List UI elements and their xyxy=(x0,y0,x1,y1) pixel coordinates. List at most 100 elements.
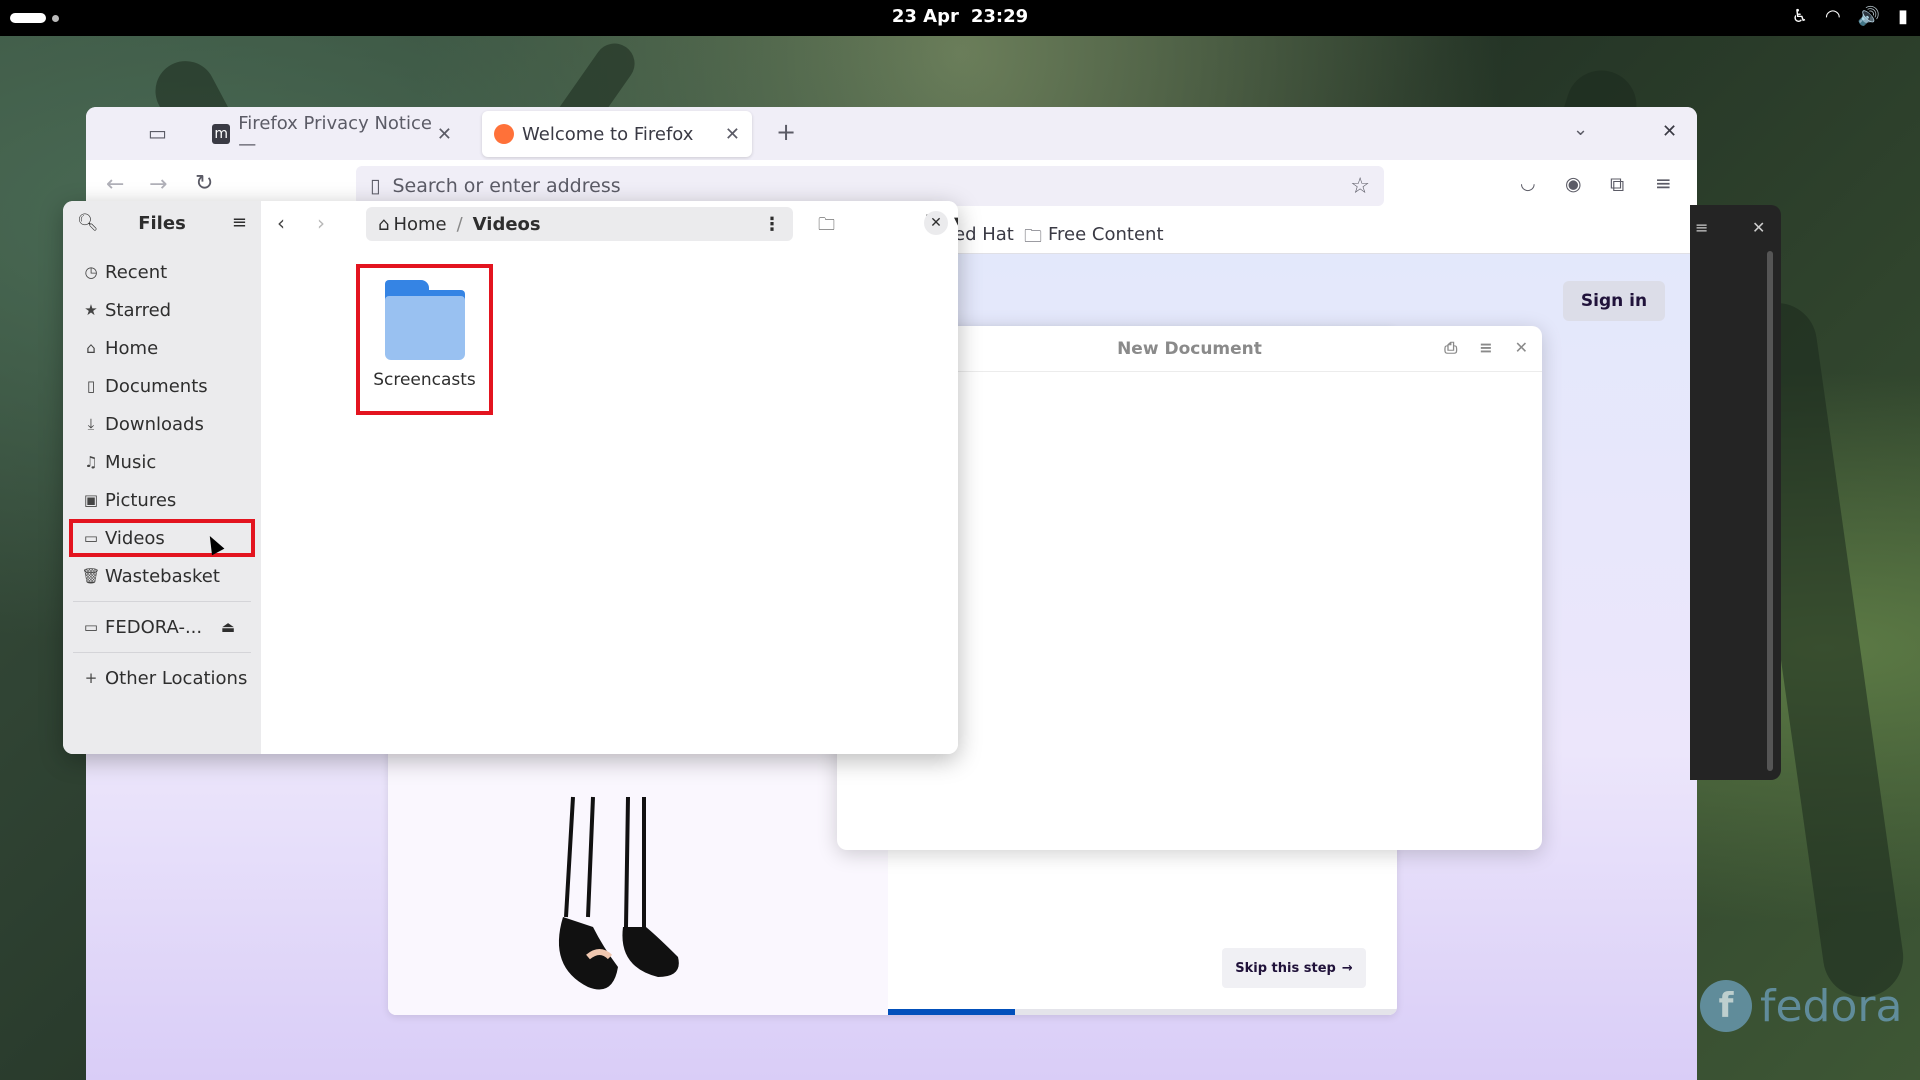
bookmark-folder[interactable]: 🗀 Free Content xyxy=(1024,224,1164,254)
bookmark-star-icon[interactable]: ☆ xyxy=(1350,174,1370,199)
arrow-right-icon: → xyxy=(1341,960,1353,976)
clock[interactable]: 23 Apr 23:29 xyxy=(892,6,1028,27)
system-tray[interactable]: ♿ ◠ 🔊 ▮ xyxy=(1792,6,1908,27)
terminal-menu-icon[interactable]: ≡ xyxy=(1695,218,1708,237)
new-folder-icon[interactable]: 🗀 xyxy=(818,212,835,241)
sidebar-item-downloads[interactable]: ⤓ Downloads xyxy=(69,405,255,443)
path-current[interactable]: Videos xyxy=(473,214,541,235)
sidebar-item-recent[interactable]: ◷ Recent xyxy=(69,253,255,291)
fedora-logo: f fedora xyxy=(1700,980,1902,1032)
sidebar-item-home[interactable]: ⌂ Home xyxy=(69,329,255,367)
terminal-scrollbar[interactable] xyxy=(1767,251,1773,771)
back-icon[interactable]: ← xyxy=(106,172,124,197)
fedora-mark-icon: f xyxy=(1700,980,1752,1032)
sidebar-item-label: Wastebasket xyxy=(105,565,220,587)
document-title: New Document xyxy=(1117,338,1262,359)
bookmark-folder-label: Free Content xyxy=(1048,224,1164,245)
pocket-icon[interactable]: ◡ xyxy=(1520,173,1536,194)
page-icon: ▯ xyxy=(370,175,381,197)
editor-close-icon[interactable]: ✕ xyxy=(1515,338,1528,358)
sidebar-item-label: Pictures xyxy=(105,489,177,511)
eject-icon[interactable]: ⏏ xyxy=(221,618,235,636)
new-tab-icon[interactable]: + xyxy=(776,118,796,146)
clock-icon: ◷ xyxy=(84,263,98,281)
terminal-window: ≡ ✕ xyxy=(1690,205,1781,780)
files-content: ‹ › ⌂ Home / Videos ⋮ 🗀 ☷ ▼ ✕ Scree xyxy=(261,201,958,754)
sidebar-item-pictures[interactable]: ▣ Pictures xyxy=(69,481,255,519)
tab-overview-icon[interactable]: ▭ xyxy=(148,121,167,145)
clock-date: 23 Apr xyxy=(891,6,959,27)
home-icon: ⌂ xyxy=(86,339,96,357)
folder-item-screencasts[interactable]: Screencasts xyxy=(356,264,493,415)
sidebar-item-music[interactable]: ♫ Music xyxy=(69,443,255,481)
tab-privacy-notice[interactable]: m Firefox Privacy Notice — ✕ xyxy=(200,111,464,157)
onboarding-progress xyxy=(888,1009,1397,1015)
back-icon[interactable]: ‹ xyxy=(277,211,285,235)
sidebar-item-wastebasket[interactable]: 🗑︎ Wastebasket xyxy=(69,557,255,595)
trash-icon: 🗑︎ xyxy=(81,567,101,585)
sidebar-item-videos[interactable]: ▭ Videos xyxy=(69,519,255,557)
mozilla-favicon-icon: m xyxy=(212,124,231,144)
url-placeholder: Search or enter address xyxy=(392,175,621,197)
sidebar-item-label: Downloads xyxy=(105,413,204,435)
star-icon: ★ xyxy=(84,301,98,319)
path-home[interactable]: ⌂ Home xyxy=(378,214,447,235)
more-options-icon[interactable]: ⋮ xyxy=(763,214,781,235)
drive-icon: ▭ xyxy=(83,618,99,636)
url-bar[interactable]: ▯ Search or enter address ☆ xyxy=(356,166,1384,206)
sidebar-item-label: Music xyxy=(105,451,157,473)
tab-welcome[interactable]: Welcome to Firefox ✕ xyxy=(482,111,752,157)
sign-in-button[interactable]: Sign in xyxy=(1563,281,1665,321)
firefox-tab-strip: ▭ m Firefox Privacy Notice — ✕ Welcome t… xyxy=(86,107,1697,160)
forward-icon[interactable]: → xyxy=(149,172,167,197)
sidebar-item-label: Other Locations xyxy=(105,667,248,689)
bookmark-item[interactable]: ed Hat xyxy=(954,224,1014,245)
document-icon: ▯ xyxy=(86,377,96,395)
sidebar-divider xyxy=(73,601,251,602)
tab-label: Welcome to Firefox xyxy=(522,123,694,145)
close-window-icon[interactable]: ✕ xyxy=(1662,121,1677,142)
skip-step-button[interactable]: Skip this step → xyxy=(1222,948,1366,988)
account-icon[interactable]: ◉ xyxy=(1565,173,1582,195)
extensions-icon[interactable]: ⧉ xyxy=(1610,172,1624,196)
close-tab-icon[interactable]: ✕ xyxy=(725,124,740,145)
app-menu-icon[interactable]: ≡ xyxy=(1655,171,1672,195)
sidebar-item-fedora-drive[interactable]: ▭ FEDORA-... ⏏ xyxy=(69,608,255,646)
list-all-tabs-icon[interactable]: ⌄ xyxy=(1573,119,1588,140)
save-document-icon[interactable]: ⎙ xyxy=(1444,338,1457,358)
reload-icon[interactable]: ↻ xyxy=(195,171,213,196)
fedora-wordmark: fedora xyxy=(1760,980,1903,1032)
editor-menu-icon[interactable]: ≡ xyxy=(1479,338,1492,358)
onboarding-progress-fill xyxy=(888,1009,1016,1015)
sidebar-header: 🔍︎ Files ≡ xyxy=(63,201,261,247)
sidebar-item-other-locations[interactable]: + Other Locations xyxy=(69,659,255,697)
video-icon: ▭ xyxy=(83,529,99,547)
forward-icon[interactable]: › xyxy=(317,211,325,235)
accessibility-icon[interactable]: ♿ xyxy=(1792,6,1808,27)
places-list: ◷ Recent ★ Starred ⌂ Home ▯ Documents ⤓ … xyxy=(69,253,255,697)
path-bar[interactable]: ⌂ Home / Videos ⋮ xyxy=(366,207,793,241)
terminal-close-icon[interactable]: ✕ xyxy=(1752,218,1765,237)
wifi-icon[interactable]: ◠ xyxy=(1826,6,1840,27)
sidebar-item-label: Documents xyxy=(105,375,208,397)
sidebar-item-label: FEDORA-... xyxy=(105,616,203,638)
sidebar-item-label: Videos xyxy=(105,527,165,549)
download-icon: ⤓ xyxy=(87,415,95,433)
battery-icon[interactable]: ▮ xyxy=(1898,6,1908,27)
path-home-label: Home xyxy=(393,213,447,235)
sidebar-item-documents[interactable]: ▯ Documents xyxy=(69,367,255,405)
sidebar-item-starred[interactable]: ★ Starred xyxy=(69,291,255,329)
activities-button[interactable] xyxy=(10,13,59,23)
files-sidebar: 🔍︎ Files ≡ ◷ Recent ★ Starred ⌂ Home ▯ D… xyxy=(63,201,261,754)
sidebar-item-label: Recent xyxy=(105,261,168,283)
folder-icon xyxy=(384,280,465,360)
view-options-dropdown-icon[interactable]: ▼ xyxy=(954,215,958,230)
folder-icon: 🗀 xyxy=(1024,226,1042,247)
close-window-icon[interactable]: ✕ xyxy=(924,211,948,235)
close-tab-icon[interactable]: ✕ xyxy=(437,124,452,145)
music-icon: ♫ xyxy=(84,453,98,471)
volume-icon[interactable]: 🔊 xyxy=(1858,6,1880,27)
workspace-indicator-active xyxy=(10,13,46,23)
main-menu-icon[interactable]: ≡ xyxy=(232,212,247,233)
workspace-indicator xyxy=(52,14,59,22)
